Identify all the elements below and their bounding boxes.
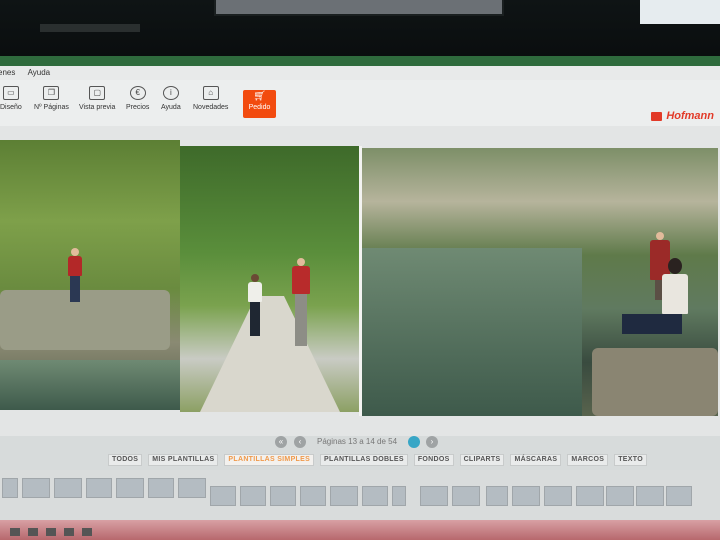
brand-name: Hofmann [666,110,714,122]
template-thumbnail[interactable] [2,478,18,498]
stone-wall [0,290,170,350]
toolbar: ▭ Diseño ❐ Nº Páginas ▢ Vista previa € P… [0,80,720,127]
template-thumbnail[interactable] [512,486,540,506]
template-thumbnail[interactable] [330,486,358,506]
tab-plantillas-dobles[interactable]: PLANTILLAS DOBLES [320,454,408,466]
monitor-bezel [0,0,720,60]
photo-couple-on-path[interactable] [180,146,362,412]
menu-item[interactable]: enes [0,66,15,80]
template-thumbnail[interactable] [300,486,326,506]
template-thumbnail[interactable] [86,478,112,498]
title-bar [0,56,720,66]
template-thumbnail[interactable] [178,478,206,498]
toolbar-pages-button[interactable]: ❐ Nº Páginas [34,86,69,120]
cart-icon: 🛒︎ [253,91,266,102]
toolbar-label: Nº Páginas [34,104,69,111]
toolbar-label: Vista previa [79,104,116,111]
template-thumbnail[interactable] [270,486,296,506]
first-page-button[interactable]: « [275,436,287,448]
photo-couple-on-stones[interactable] [0,140,180,410]
euro-icon: € [129,86,146,100]
template-thumbnail[interactable] [420,486,448,506]
template-thumbnail[interactable] [392,486,406,506]
brand-logo: Hofmann [651,110,714,122]
template-thumbnail[interactable] [116,478,144,498]
toolbar-label: Diseño [0,104,22,111]
current-page-marker[interactable] [408,436,420,448]
start-icon[interactable] [10,528,20,536]
template-thumbnail[interactable] [22,478,50,498]
toolbar-layout-button[interactable]: ▭ Diseño [0,86,22,120]
template-thumbnail[interactable] [544,486,572,506]
next-page-button[interactable]: › [426,436,438,448]
order-button[interactable]: 🛒︎ Pedido [243,90,276,118]
person-white-top [622,258,688,334]
river [362,248,582,416]
prev-page-button[interactable]: ‹ [294,436,306,448]
template-thumbnail[interactable] [452,486,480,506]
gravel-path [200,296,340,412]
template-thumbnail[interactable] [148,478,174,498]
tab-mis-plantillas[interactable]: MIS PLANTILLAS [148,454,219,466]
template-thumbnail-strip [0,470,720,522]
toolbar-label: Ayuda [161,104,181,111]
person-red-shirt [68,248,82,302]
taskbar-app-icon[interactable] [46,528,56,536]
tab-marcos[interactable]: MARCOS [567,454,609,466]
riverbank-rocks [592,348,718,416]
maple-flag-icon [651,111,663,121]
template-thumbnail[interactable] [210,486,236,506]
bezel-shadow [40,24,140,32]
home-icon: ⌂ [202,86,219,100]
toolbar-prices-button[interactable]: € Precios [126,86,149,120]
toolbar-preview-button[interactable]: ▢ Vista previa [79,86,115,120]
toolbar-help-button[interactable]: i Ayuda [161,86,181,120]
tab-plantillas-simples[interactable]: PLANTILLAS SIMPLES [224,454,315,466]
tab-mascaras[interactable]: MÁSCARAS [510,454,562,466]
category-tabs: TODOS MIS PLANTILLAS PLANTILLAS SIMPLES … [108,454,647,466]
menu-bar: enes Ayuda [0,66,720,80]
toolbar-label: Novedades [193,104,229,111]
background-monitor [214,0,504,16]
order-label: Pedido [248,104,271,111]
photobook-editor-window: enes Ayuda ▭ Diseño ❐ Nº Páginas ▢ Vista… [0,56,720,540]
page-indicator: Páginas 13 a 14 de 54 [317,437,398,446]
background-card [640,0,720,24]
taskbar-app-icon[interactable] [28,528,38,536]
template-thumbnail[interactable] [54,478,82,498]
person-red-shirt [292,258,310,346]
template-thumbnail[interactable] [240,486,266,506]
info-icon: i [162,86,179,100]
taskbar-app-icon[interactable] [82,528,92,536]
person-white-top [248,274,262,336]
pond [0,360,180,410]
tab-texto[interactable]: TEXTO [614,454,647,466]
tab-cliparts[interactable]: CLIPARTS [459,454,505,466]
album-spine [359,146,362,416]
tab-todos[interactable]: TODOS [108,454,143,466]
tab-fondos[interactable]: FONDOS [413,454,454,466]
album-spread-canvas[interactable] [0,126,720,436]
toolbar-label: Precios [126,104,150,111]
template-thumbnail[interactable] [486,486,508,506]
template-thumbnail[interactable] [606,486,634,506]
preview-icon: ▢ [89,86,106,100]
taskbar [0,520,720,540]
toolbar-news-button[interactable]: ⌂ Novedades [193,86,228,120]
taskbar-app-icon[interactable] [64,528,74,536]
pages-icon: ❐ [43,86,60,100]
template-thumbnail[interactable] [362,486,388,506]
template-thumbnail[interactable] [576,486,604,506]
layout-icon: ▭ [2,86,19,100]
template-thumbnail[interactable] [666,486,692,506]
menu-item-ayuda[interactable]: Ayuda [28,66,51,80]
template-thumbnail[interactable] [636,486,664,506]
page-navigation: « ‹ Páginas 13 a 14 de 54 › [0,436,720,450]
photo-couple-by-river[interactable] [362,148,718,416]
